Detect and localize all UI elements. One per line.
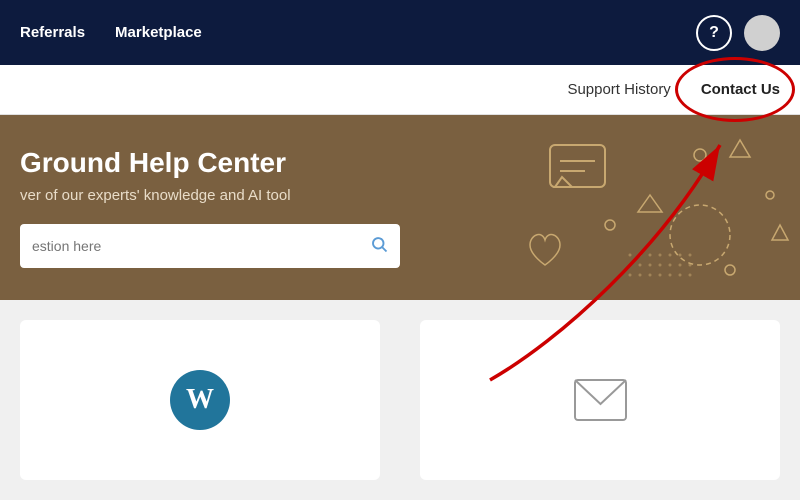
- card-email[interactable]: [420, 320, 780, 480]
- help-button[interactable]: ?: [696, 15, 732, 51]
- nav-marketplace[interactable]: Marketplace: [115, 24, 202, 41]
- sub-nav: Support History Contact Us: [0, 65, 800, 115]
- avatar[interactable]: [744, 15, 780, 51]
- hero-subtitle: ver of our experts' knowledge and AI too…: [20, 187, 400, 204]
- email-icon: [573, 378, 628, 423]
- hero-banner: Ground Help Center ver of our experts' k…: [0, 115, 800, 300]
- hero-content: Ground Help Center ver of our experts' k…: [20, 147, 400, 268]
- card-wordpress[interactable]: W: [20, 320, 380, 480]
- cards-area: W: [0, 300, 800, 500]
- hero-decoration: [380, 115, 800, 300]
- nav-left: Referrals Marketplace: [20, 24, 202, 41]
- nav-referrals[interactable]: Referrals: [20, 24, 85, 41]
- search-bar: [20, 224, 400, 268]
- wordpress-icon: W: [170, 370, 230, 430]
- search-button[interactable]: [370, 235, 388, 258]
- support-history-link[interactable]: Support History: [567, 81, 670, 98]
- nav-right: ?: [696, 15, 780, 51]
- search-input[interactable]: [32, 238, 370, 254]
- top-nav: Referrals Marketplace ?: [0, 0, 800, 65]
- contact-us-link[interactable]: Contact Us: [701, 81, 780, 98]
- hero-title: Ground Help Center: [20, 147, 400, 179]
